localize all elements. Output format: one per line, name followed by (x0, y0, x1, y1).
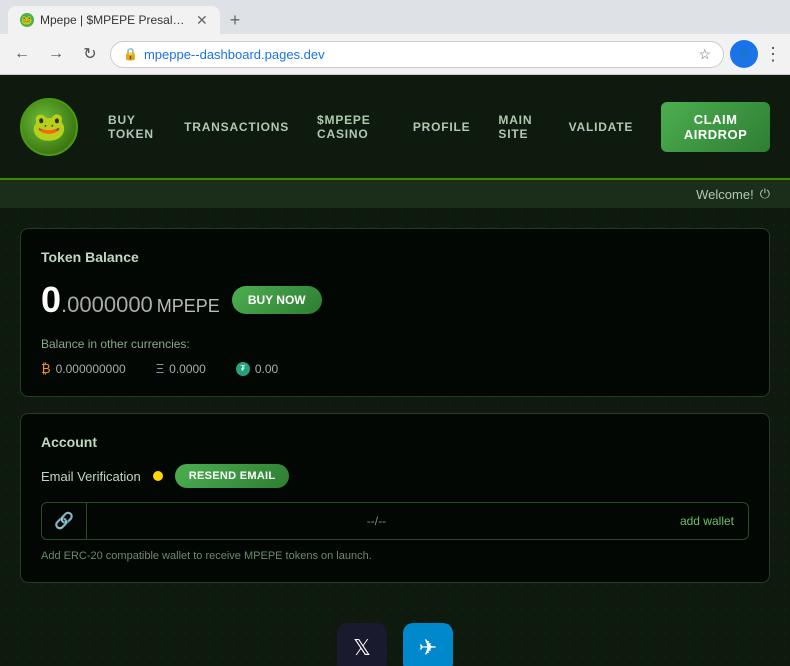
top-bar: Welcome! ⏻ (0, 180, 790, 208)
balance-decimals: .0000000 (61, 292, 153, 317)
balance-currency: MPEPE (157, 296, 220, 316)
add-wallet-button[interactable]: add wallet (666, 506, 748, 536)
email-verification-row: Email Verification RESEND EMAIL (41, 464, 749, 488)
tab-favicon: 🐸 (20, 13, 34, 27)
eth-balance: Ξ 0.0000 (156, 361, 206, 376)
welcome-text: Welcome! (696, 187, 754, 202)
balance-zero: 0 (41, 279, 61, 320)
x-social-button[interactable]: 𝕏 (337, 623, 387, 666)
telegram-social-button[interactable]: ✈ (403, 623, 453, 666)
active-tab[interactable]: 🐸 Mpepe | $MPEPE Presale Live... ✕ (8, 6, 220, 34)
nav-buy-token[interactable]: BUY TOKEN (108, 113, 156, 141)
browser-chrome: 🐸 Mpepe | $MPEPE Presale Live... ✕ + ← →… (0, 0, 790, 75)
back-button[interactable]: ← (8, 40, 36, 68)
usdt-icon: ₮ (236, 362, 250, 376)
token-balance-card: Token Balance 0.0000000MPEPE BUY NOW Bal… (20, 228, 770, 397)
nav-casino[interactable]: $MPEPE CASINO (317, 113, 385, 141)
account-title: Account (41, 434, 749, 450)
refresh-button[interactable]: ↻ (76, 40, 104, 68)
btc-balance: ₿ 0.000000000 (41, 361, 126, 376)
eth-value: 0.0000 (169, 362, 206, 376)
wallet-icon: 🔗 (42, 503, 87, 539)
usdt-balance: ₮ 0.00 (236, 362, 278, 376)
address-bar-row: ← → ↻ 🔒 mpeppe--dashboard.pages.dev ☆ 👤 … (0, 34, 790, 74)
nav-transactions[interactable]: TRANSACTIONS (184, 120, 289, 134)
wallet-row: 🔗 --/-- add wallet (41, 502, 749, 540)
social-buttons: 𝕏 ✈ (0, 619, 790, 666)
tab-bar: 🐸 Mpepe | $MPEPE Presale Live... ✕ + (0, 0, 790, 34)
browser-menu-button[interactable]: ⋮ (764, 44, 782, 65)
url-text: mpeppe--dashboard.pages.dev (144, 47, 692, 62)
verification-status-dot (153, 471, 163, 481)
balance-amount: 0.0000000MPEPE (41, 279, 220, 321)
lock-icon: 🔒 (123, 47, 138, 61)
token-balance-display: 0.0000000MPEPE BUY NOW (41, 279, 749, 321)
other-currencies-label: Balance in other currencies: (41, 337, 749, 351)
nav-main-site[interactable]: MAIN SITE (498, 113, 540, 141)
btc-icon: ₿ (41, 361, 51, 376)
site-logo: 🐸 (20, 98, 78, 156)
logout-icon[interactable]: ⏻ (760, 186, 770, 202)
usdt-value: 0.00 (255, 362, 278, 376)
forward-button[interactable]: → (42, 40, 70, 68)
claim-airdrop-button[interactable]: CLAIM AIRDROP (661, 102, 770, 152)
token-balance-title: Token Balance (41, 249, 749, 265)
resend-email-button[interactable]: RESEND EMAIL (175, 464, 290, 488)
tab-close-button[interactable]: ✕ (196, 12, 208, 29)
btc-value: 0.000000000 (56, 362, 126, 376)
wallet-hint: Add ERC-20 compatible wallet to receive … (41, 550, 749, 562)
website-content: 🐸 BUY TOKEN TRANSACTIONS $MPEPE CASINO P… (0, 75, 790, 666)
eth-icon: Ξ (156, 361, 164, 376)
bottom-section: 𝕏 ✈ WELCOME TO $MPEPE PRESALE Join the m… (0, 619, 790, 666)
site-header: 🐸 BUY TOKEN TRANSACTIONS $MPEPE CASINO P… (0, 75, 790, 180)
bookmark-icon[interactable]: ☆ (698, 46, 711, 63)
new-tab-button[interactable]: + (224, 10, 247, 31)
wallet-date: --/-- (87, 506, 666, 536)
main-content: Token Balance 0.0000000MPEPE BUY NOW Bal… (0, 208, 790, 619)
profile-button[interactable]: 👤 (730, 40, 758, 68)
account-card: Account Email Verification RESEND EMAIL … (20, 413, 770, 583)
other-currencies: ₿ 0.000000000 Ξ 0.0000 ₮ 0.00 (41, 361, 749, 376)
email-verification-label: Email Verification (41, 469, 141, 484)
tab-title: Mpepe | $MPEPE Presale Live... (40, 13, 190, 27)
nav-profile[interactable]: PROFILE (413, 120, 471, 134)
address-bar[interactable]: 🔒 mpeppe--dashboard.pages.dev ☆ (110, 41, 724, 68)
site-nav: BUY TOKEN TRANSACTIONS $MPEPE CASINO PRO… (108, 102, 770, 152)
nav-validate[interactable]: VALIDATE (569, 120, 634, 134)
buy-now-button[interactable]: BUY NOW (232, 286, 322, 314)
